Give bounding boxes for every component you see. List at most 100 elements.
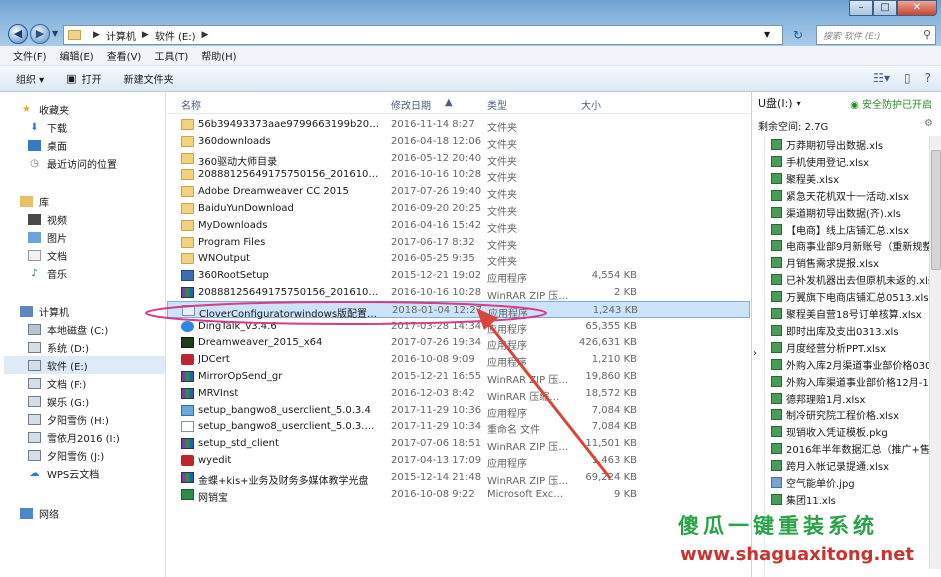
close-button[interactable]: ✕ xyxy=(897,0,937,16)
preview-list-item[interactable]: 现销收入凭证模板.pkg xyxy=(771,423,930,440)
preview-list-item[interactable]: 即时出库及支出0313.xls xyxy=(771,322,930,339)
preview-list-item[interactable]: 月度经营分析PPT.xlsx xyxy=(771,339,930,356)
minimize-button[interactable]: – xyxy=(849,0,873,16)
chevron-down-icon[interactable]: ▾ xyxy=(797,99,801,108)
preview-list-item[interactable]: 【电商】线上店铺汇总.xlsx xyxy=(771,221,930,238)
file-row[interactable]: 56b39493373aae9799663199b20c394c 2016-11-… xyxy=(167,116,750,134)
nav-drive-f[interactable]: 文档 (F:) xyxy=(28,374,86,392)
preview-list-item[interactable]: 集团11.xls xyxy=(771,491,930,508)
menu-file[interactable]: 文件(F) xyxy=(13,48,47,63)
file-row[interactable]: setup_std_client 2017-07-06 18:51 WinRAR Z… xyxy=(167,435,750,453)
preview-list-item[interactable]: 跨月入帐记录提通.xlsx xyxy=(771,457,930,474)
preview-list-item[interactable]: 万莽期初导出数据.xls xyxy=(771,136,930,153)
nav-pictures[interactable]: 图片 xyxy=(28,228,67,246)
preview-list-item[interactable]: 万翼旗下电商店铺汇总0513.xlsx xyxy=(771,288,930,305)
file-row[interactable]: DingTalk_v3.4.6 2017-03-28 14:34 应用程序 65,35… xyxy=(167,318,750,336)
preview-pane-icon[interactable]: ▯ xyxy=(904,71,911,85)
nav-music[interactable]: ♪ 音乐 xyxy=(28,264,67,282)
file-row[interactable]: BaiduYunDownload 2016-09-20 20:25 文件夹 xyxy=(167,200,750,218)
preview-list-item[interactable]: 已补发机器出去但原机未返的.xlsx xyxy=(771,271,930,288)
nav-wps-cloud[interactable]: ☁ WPS云文档 xyxy=(28,464,100,482)
menu-tools[interactable]: 工具(T) xyxy=(154,48,188,63)
menu-help[interactable]: 帮助(H) xyxy=(201,48,236,63)
nav-desktop[interactable]: 桌面 xyxy=(28,136,67,154)
recent-pages-dropdown[interactable]: ▼ xyxy=(52,29,58,38)
nav-drive-h[interactable]: 夕阳雪伤 (H:) xyxy=(28,410,109,428)
nav-drive-c[interactable]: 本地磁盘 (C:) xyxy=(28,320,108,338)
change-view-icon[interactable]: ☷▾ xyxy=(873,71,890,85)
nav-drive-i[interactable]: 雪依月2016 (I:) xyxy=(28,428,120,446)
preview-list-item[interactable]: 空气能单价.jpg xyxy=(771,474,930,491)
file-row[interactable]: setup_bangwo8_userclient_5.0.3.4.exe... 2… xyxy=(167,418,750,436)
file-row[interactable]: 360驱动大师目录 2016-05-12 20:40 文件夹 xyxy=(167,150,750,168)
file-row[interactable]: 网销宝 2016-10-08 9:22 Microsoft Excel ... 9 K… xyxy=(167,486,750,504)
usb-drive-label[interactable]: U盘(I:) xyxy=(758,95,793,111)
preview-list-item[interactable]: 2016年半年数据汇总（推广+售... xyxy=(771,440,930,457)
nav-drive-e[interactable]: 软件 (E:) xyxy=(4,356,165,374)
nav-documents[interactable]: 文档 xyxy=(28,246,67,264)
nav-drive-d[interactable]: 系统 (D:) xyxy=(28,338,89,356)
help-icon[interactable]: ? xyxy=(925,71,931,85)
breadcrumb-computer[interactable]: 计算机 xyxy=(106,28,136,43)
file-row[interactable]: MRVInst 2016-12-03 8:42 WinRAR 压缩文件 18,572 … xyxy=(167,385,750,403)
address-dropdown-icon[interactable]: ▼ xyxy=(764,30,770,39)
file-row[interactable]: 20888125649175750156_2016100100... 2016-1… xyxy=(167,284,750,302)
organize-button[interactable]: 组织 ▾ xyxy=(16,71,44,86)
column-date[interactable]: 修改日期 xyxy=(391,97,431,112)
file-row[interactable]: MirrorOpSend_gr 2015-12-21 16:55 WinRAR ZI… xyxy=(167,368,750,386)
search-icon[interactable]: ⚲ xyxy=(923,28,931,41)
preview-list-item[interactable]: 德邦理赔1月.xlsx xyxy=(771,390,930,407)
back-button[interactable]: ◀ xyxy=(8,24,28,44)
scrollbar-thumb[interactable] xyxy=(931,150,941,270)
preview-list-item[interactable]: 电商事业部9月新账号（重新规整... xyxy=(771,237,930,254)
column-size[interactable]: 大小 xyxy=(581,97,601,112)
preview-list-item[interactable]: 月销售需求提报.xlsx xyxy=(771,254,930,271)
address-bar[interactable]: ▶ 计算机 ▶ 软件 (E:) ▶ xyxy=(63,25,783,45)
preview-scrollbar[interactable] xyxy=(929,136,941,569)
open-button[interactable]: ▣ 打开 xyxy=(66,71,101,86)
preview-list-item[interactable]: 聚程美自营18号订单核算.xlsx xyxy=(771,305,930,322)
column-name[interactable]: 名称 xyxy=(181,97,201,112)
preview-list-item[interactable]: 制冷研究院工程价格.xlsx xyxy=(771,406,930,423)
file-row[interactable]: Dreamweaver_2015_x64 2017-07-26 19:34 应用程序… xyxy=(167,334,750,352)
file-row[interactable]: wyedit 2017-04-13 17:09 应用程序 1,463 KB xyxy=(167,452,750,470)
file-row[interactable]: JDCert 2016-10-08 9:09 应用程序 1,210 KB xyxy=(167,351,750,369)
file-row[interactable]: MyDownloads 2016-04-16 15:42 文件夹 xyxy=(167,217,750,235)
file-row-selected[interactable]: CloverConfiguratorwindows版配置工... 2018-01-… xyxy=(167,300,750,320)
menu-view[interactable]: 查看(V) xyxy=(107,48,142,63)
search-input[interactable]: 搜索 软件 (E:) ⚲ xyxy=(816,25,936,45)
nav-drive-j[interactable]: 夕阳雪伤 (J:) xyxy=(28,446,104,464)
refresh-icon[interactable]: ↻ xyxy=(786,26,810,44)
file-row[interactable]: 360RootSetup 2015-12-21 19:02 应用程序 4,554 KB xyxy=(167,267,750,285)
nav-videos[interactable]: 视频 xyxy=(28,210,67,228)
protection-status[interactable]: ◉ 安全防护已开启 xyxy=(850,96,932,111)
maximize-button[interactable]: □ xyxy=(873,0,897,16)
expand-arrow-icon[interactable]: › xyxy=(753,348,757,359)
preview-list-item[interactable]: 手机使用登记.xlsx xyxy=(771,153,930,170)
nav-recent[interactable]: ◷ 最近访问的位置 xyxy=(28,154,117,172)
file-row[interactable]: setup_bangwo8_userclient_5.0.3.4 2017-11-… xyxy=(167,402,750,420)
breadcrumb-drive[interactable]: 软件 (E:) xyxy=(155,28,196,43)
file-row[interactable]: Adobe Dreamweaver CC 2015 2017-07-26 19:4… xyxy=(167,183,750,201)
nav-libraries[interactable]: 库 xyxy=(20,192,49,210)
preview-list-item[interactable]: 紧急天花机双十一活动.xlsx xyxy=(771,187,930,204)
new-folder-button[interactable]: 新建文件夹 xyxy=(124,71,174,86)
column-type[interactable]: 类型 xyxy=(487,97,507,112)
gear-icon[interactable]: ⚙ xyxy=(924,118,933,129)
file-row[interactable]: WNOutput 2016-05-25 9:35 文件夹 xyxy=(167,250,750,268)
nav-favorites[interactable]: ★ 收藏夹 xyxy=(20,100,69,118)
preview-list-item[interactable]: 渠道期初导出数据(齐).xls xyxy=(771,204,930,221)
nav-drive-g[interactable]: 娱乐 (G:) xyxy=(28,392,89,410)
menu-edit[interactable]: 编辑(E) xyxy=(60,48,94,63)
nav-computer[interactable]: 计算机 xyxy=(20,302,69,320)
nav-network[interactable]: 网络 xyxy=(20,504,59,522)
preview-list-item[interactable]: 外购入库渠道事业部价格12月-1... xyxy=(771,373,930,390)
preview-list-item[interactable]: 外购入库2月渠道事业部价格030... xyxy=(771,356,930,373)
forward-button[interactable]: ▶ xyxy=(30,24,50,44)
file-row[interactable]: 360downloads 2016-04-18 12:06 文件夹 xyxy=(167,133,750,151)
file-row[interactable]: 金蝶+kis+业务及财务多媒体教学光盘 2015-12-14 21:48 WinRA… xyxy=(167,469,750,487)
file-row[interactable]: Program Files 2017-06-17 8:32 文件夹 xyxy=(167,234,750,252)
preview-list-item[interactable]: 聚程美.xlsx xyxy=(771,170,930,187)
file-row[interactable]: 20888125649175750156_2016100100... 2016-1… xyxy=(167,166,750,184)
nav-downloads[interactable]: ⬇ 下载 xyxy=(28,118,67,136)
